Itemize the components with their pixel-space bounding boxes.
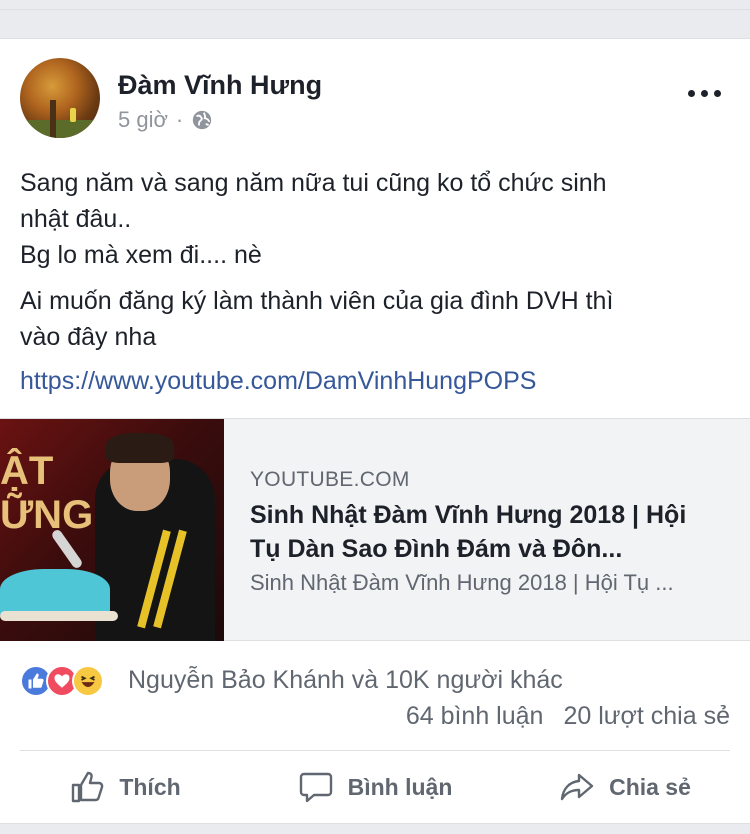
engagement-counts: 64 bình luận 20 lượt chia sẻ (406, 702, 730, 731)
share-button[interactable]: Chia sẻ (500, 752, 750, 822)
cake-plate (0, 611, 118, 621)
avatar-ground (20, 120, 100, 138)
preview-description: Sinh Nhật Đàm Vĩnh Hưng 2018 | Hội Tụ ..… (250, 570, 674, 595)
comment-label: Bình luận (347, 773, 453, 800)
thumbs-up-icon (72, 771, 104, 803)
reaction-icons[interactable] (20, 665, 104, 697)
preview-title[interactable]: Sinh Nhật Đàm Vĩnh Hưng 2018 | Hội Tụ Dà… (250, 498, 720, 566)
share-label: Chia sẻ (609, 773, 691, 800)
avatar-figure (70, 108, 76, 122)
globe-icon[interactable] (191, 109, 213, 131)
post-actions: Thích Bình luận Chia sẻ (0, 752, 750, 822)
feed-bottom-spacer (0, 824, 750, 834)
haha-icon (72, 665, 104, 697)
post-paragraph-1: Sang năm và sang năm nữa tui cũng ko tổ … (20, 169, 607, 269)
share-arrow-icon (560, 773, 594, 801)
dot (688, 89, 695, 97)
thumbnail-text: ẬT ỮNG (0, 449, 94, 537)
post-link[interactable]: https://www.youtube.com/DamVinhHungPOPS (20, 367, 536, 396)
like-button[interactable]: Thích (0, 752, 250, 822)
avatar-tree-trunk (50, 100, 56, 138)
thumbnail-person-hair (106, 433, 174, 463)
more-options-icon[interactable] (688, 88, 722, 98)
comment-count[interactable]: 64 bình luận (406, 702, 544, 731)
author-name[interactable]: Đàm Vĩnh Hưng (118, 70, 322, 101)
reactors-summary[interactable]: Nguyễn Bảo Khánh và 10K người khác (128, 666, 563, 695)
preview-domain: YOUTUBE.COM (250, 468, 410, 491)
post-paragraph-2: Ai muốn đăng ký làm thành viên của gia đ… (20, 287, 614, 351)
like-label: Thích (119, 773, 181, 800)
post-body: Sang năm và sang năm nữa tui cũng ko tổ … (20, 165, 720, 365)
share-count[interactable]: 20 lượt chia sẻ (563, 702, 730, 731)
dot (701, 89, 708, 97)
meta-separator: · (175, 107, 184, 132)
actions-divider (20, 750, 730, 751)
author-avatar[interactable] (20, 58, 100, 138)
comment-button[interactable]: Bình luận (250, 752, 500, 822)
post-time[interactable]: 5 giờ (118, 107, 168, 133)
feed-top-spacer (0, 0, 750, 10)
post-meta: 5 giờ · (118, 107, 213, 133)
comment-icon (299, 772, 332, 803)
dot (714, 89, 721, 97)
preview-thumbnail: ẬT ỮNG (0, 419, 224, 641)
